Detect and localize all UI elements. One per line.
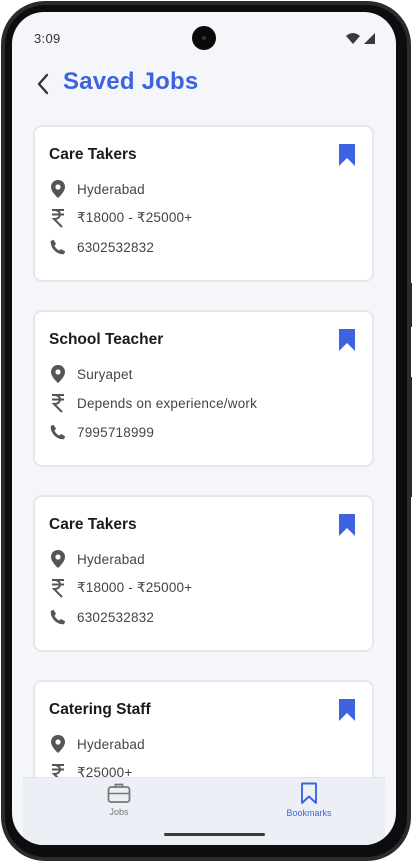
status-bar: 3:09 bbox=[12, 12, 396, 50]
phone-icon bbox=[49, 422, 67, 442]
bookmark-filled-icon bbox=[339, 329, 355, 351]
home-indicator[interactable] bbox=[164, 833, 265, 836]
rupee-icon bbox=[49, 763, 67, 777]
phone-row: 6302532832 bbox=[49, 236, 154, 258]
bookmark-filled-icon bbox=[339, 514, 355, 536]
nav-label-bookmarks: Bookmarks bbox=[286, 808, 332, 818]
job-salary: ₹25000+ bbox=[77, 765, 133, 777]
rupee-icon bbox=[49, 578, 67, 598]
job-card[interactable]: Catering Staff Hyderabad ₹25000+ bbox=[33, 680, 374, 777]
job-title: Care Takers bbox=[49, 516, 137, 533]
nav-item-jobs[interactable]: Jobs bbox=[69, 782, 169, 826]
bookmark-button[interactable] bbox=[338, 328, 356, 352]
job-title: Catering Staff bbox=[49, 701, 151, 718]
bookmark-button[interactable] bbox=[338, 698, 356, 722]
page-title: Saved Jobs bbox=[63, 68, 199, 95]
job-title: School Teacher bbox=[49, 331, 164, 348]
rupee-icon bbox=[49, 208, 67, 228]
job-card[interactable]: Care Takers Hyderabad ₹18000 - ₹25000+ 6… bbox=[33, 495, 374, 652]
job-phone[interactable]: 6302532832 bbox=[77, 240, 154, 255]
phone-frame: 3:09 Saved Jobs Care Takers Hyderabad ₹1… bbox=[1, 1, 412, 861]
bookmark-button[interactable] bbox=[338, 513, 356, 537]
job-card[interactable]: School Teacher Suryapet Depends on exper… bbox=[33, 310, 374, 467]
status-icons bbox=[346, 32, 376, 44]
chevron-left-icon bbox=[37, 73, 49, 95]
screen: 3:09 Saved Jobs Care Takers Hyderabad ₹1… bbox=[12, 12, 396, 845]
wifi-icon bbox=[346, 33, 360, 44]
phone-icon bbox=[49, 607, 67, 627]
location-pin-icon bbox=[49, 364, 67, 384]
rupee-icon bbox=[49, 393, 67, 413]
location-row: Hyderabad bbox=[49, 733, 145, 755]
job-salary: Depends on experience/work bbox=[77, 395, 258, 411]
job-location: Hyderabad bbox=[77, 736, 145, 752]
location-pin-icon bbox=[49, 179, 67, 199]
job-card[interactable]: Care Takers Hyderabad ₹18000 - ₹25000+ 6… bbox=[33, 125, 374, 282]
job-title: Care Takers bbox=[49, 146, 137, 163]
salary-row: ₹18000 - ₹25000+ bbox=[49, 577, 192, 599]
job-salary: ₹18000 - ₹25000+ bbox=[77, 210, 193, 225]
status-time: 3:09 bbox=[34, 31, 61, 46]
briefcase-icon bbox=[107, 783, 131, 803]
job-salary: ₹18000 - ₹25000+ bbox=[77, 580, 193, 595]
salary-row: ₹25000+ bbox=[49, 762, 132, 777]
location-row: Suryapet bbox=[49, 363, 133, 385]
front-camera bbox=[192, 26, 216, 50]
nav-label-jobs: Jobs bbox=[109, 807, 129, 817]
salary-row: ₹18000 - ₹25000+ bbox=[49, 207, 192, 229]
location-row: Hyderabad bbox=[49, 178, 145, 200]
bookmark-button[interactable] bbox=[338, 143, 356, 167]
nav-item-bookmarks[interactable]: Bookmarks bbox=[259, 782, 359, 826]
phone-row: 6302532832 bbox=[49, 606, 154, 628]
job-phone[interactable]: 7995718999 bbox=[77, 425, 154, 440]
bookmark-filled-icon bbox=[339, 699, 355, 721]
bottom-navigation: Jobs Bookmarks bbox=[23, 777, 385, 845]
job-location: Suryapet bbox=[77, 366, 133, 382]
job-location: Hyderabad bbox=[77, 551, 145, 567]
phone-row: 7995718999 bbox=[49, 421, 154, 443]
saved-jobs-list[interactable]: Care Takers Hyderabad ₹18000 - ₹25000+ 6… bbox=[12, 113, 396, 777]
job-location: Hyderabad bbox=[77, 181, 145, 197]
salary-row: Depends on experience/work bbox=[49, 392, 257, 414]
bookmark-filled-icon bbox=[339, 144, 355, 166]
location-pin-icon bbox=[49, 734, 67, 754]
app-header: Saved Jobs bbox=[12, 64, 396, 104]
location-pin-icon bbox=[49, 549, 67, 569]
job-phone[interactable]: 6302532832 bbox=[77, 610, 154, 625]
bookmark-icon bbox=[301, 782, 317, 804]
cellular-signal-icon bbox=[364, 33, 375, 44]
location-row: Hyderabad bbox=[49, 548, 145, 570]
phone-icon bbox=[49, 237, 67, 257]
back-button[interactable] bbox=[30, 70, 56, 98]
